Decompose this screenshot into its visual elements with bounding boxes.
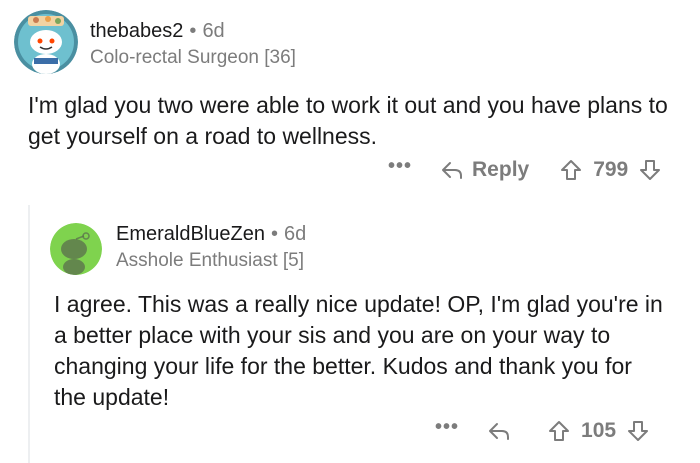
snoo-avatar-icon: [50, 223, 102, 275]
reply-label: Reply: [472, 158, 530, 181]
vote-count: 105: [581, 419, 617, 442]
vote-controls: 799: [559, 158, 662, 182]
username[interactable]: EmeraldBlueZen: [116, 223, 265, 246]
comment-age: 6d: [283, 223, 307, 245]
avatar[interactable]: [14, 10, 78, 74]
snoo-avatar-icon: [14, 10, 78, 74]
reply-button[interactable]: [487, 421, 519, 441]
meta-separator: •: [189, 20, 197, 42]
more-options-button[interactable]: •••: [388, 155, 412, 178]
comment-meta: thebabes2 • 6d Colo-rectal Surgeon [36]: [90, 20, 296, 69]
vote-controls: 105: [547, 419, 650, 443]
user-flair: Colo-rectal Surgeon [36]: [90, 47, 296, 68]
reply-arrow-icon: [442, 162, 463, 179]
downvote-icon[interactable]: [638, 158, 662, 182]
upvote-icon[interactable]: [559, 158, 583, 182]
comment-thebabes2: thebabes2 • 6d Colo-rectal Surgeon [36] …: [0, 0, 700, 205]
comment-body: I'm glad you two were able to work it ou…: [28, 92, 668, 149]
avatar[interactable]: [50, 223, 102, 275]
comment-meta: EmeraldBlueZen • 6d Asshole Enthusiast […: [116, 223, 306, 272]
meta-separator: •: [270, 223, 278, 245]
reply-button[interactable]: Reply: [440, 158, 529, 182]
downvote-icon[interactable]: [626, 419, 650, 443]
user-flair: Asshole Enthusiast [5]: [116, 250, 304, 271]
comment-actions: ••• 105: [435, 416, 650, 443]
comment-age: 6d: [202, 20, 225, 42]
more-options-button[interactable]: •••: [435, 416, 459, 439]
comment-body: I agree. This was a really nice update! …: [54, 291, 663, 410]
username[interactable]: thebabes2: [90, 20, 183, 43]
comment-actions: ••• Reply 799: [388, 155, 662, 182]
comment-emeraldbluezen: EmeraldBlueZen • 6d Asshole Enthusiast […: [0, 205, 700, 463]
vote-count: 799: [593, 158, 629, 181]
reply-arrow-icon: [489, 423, 510, 440]
upvote-icon[interactable]: [547, 419, 571, 443]
